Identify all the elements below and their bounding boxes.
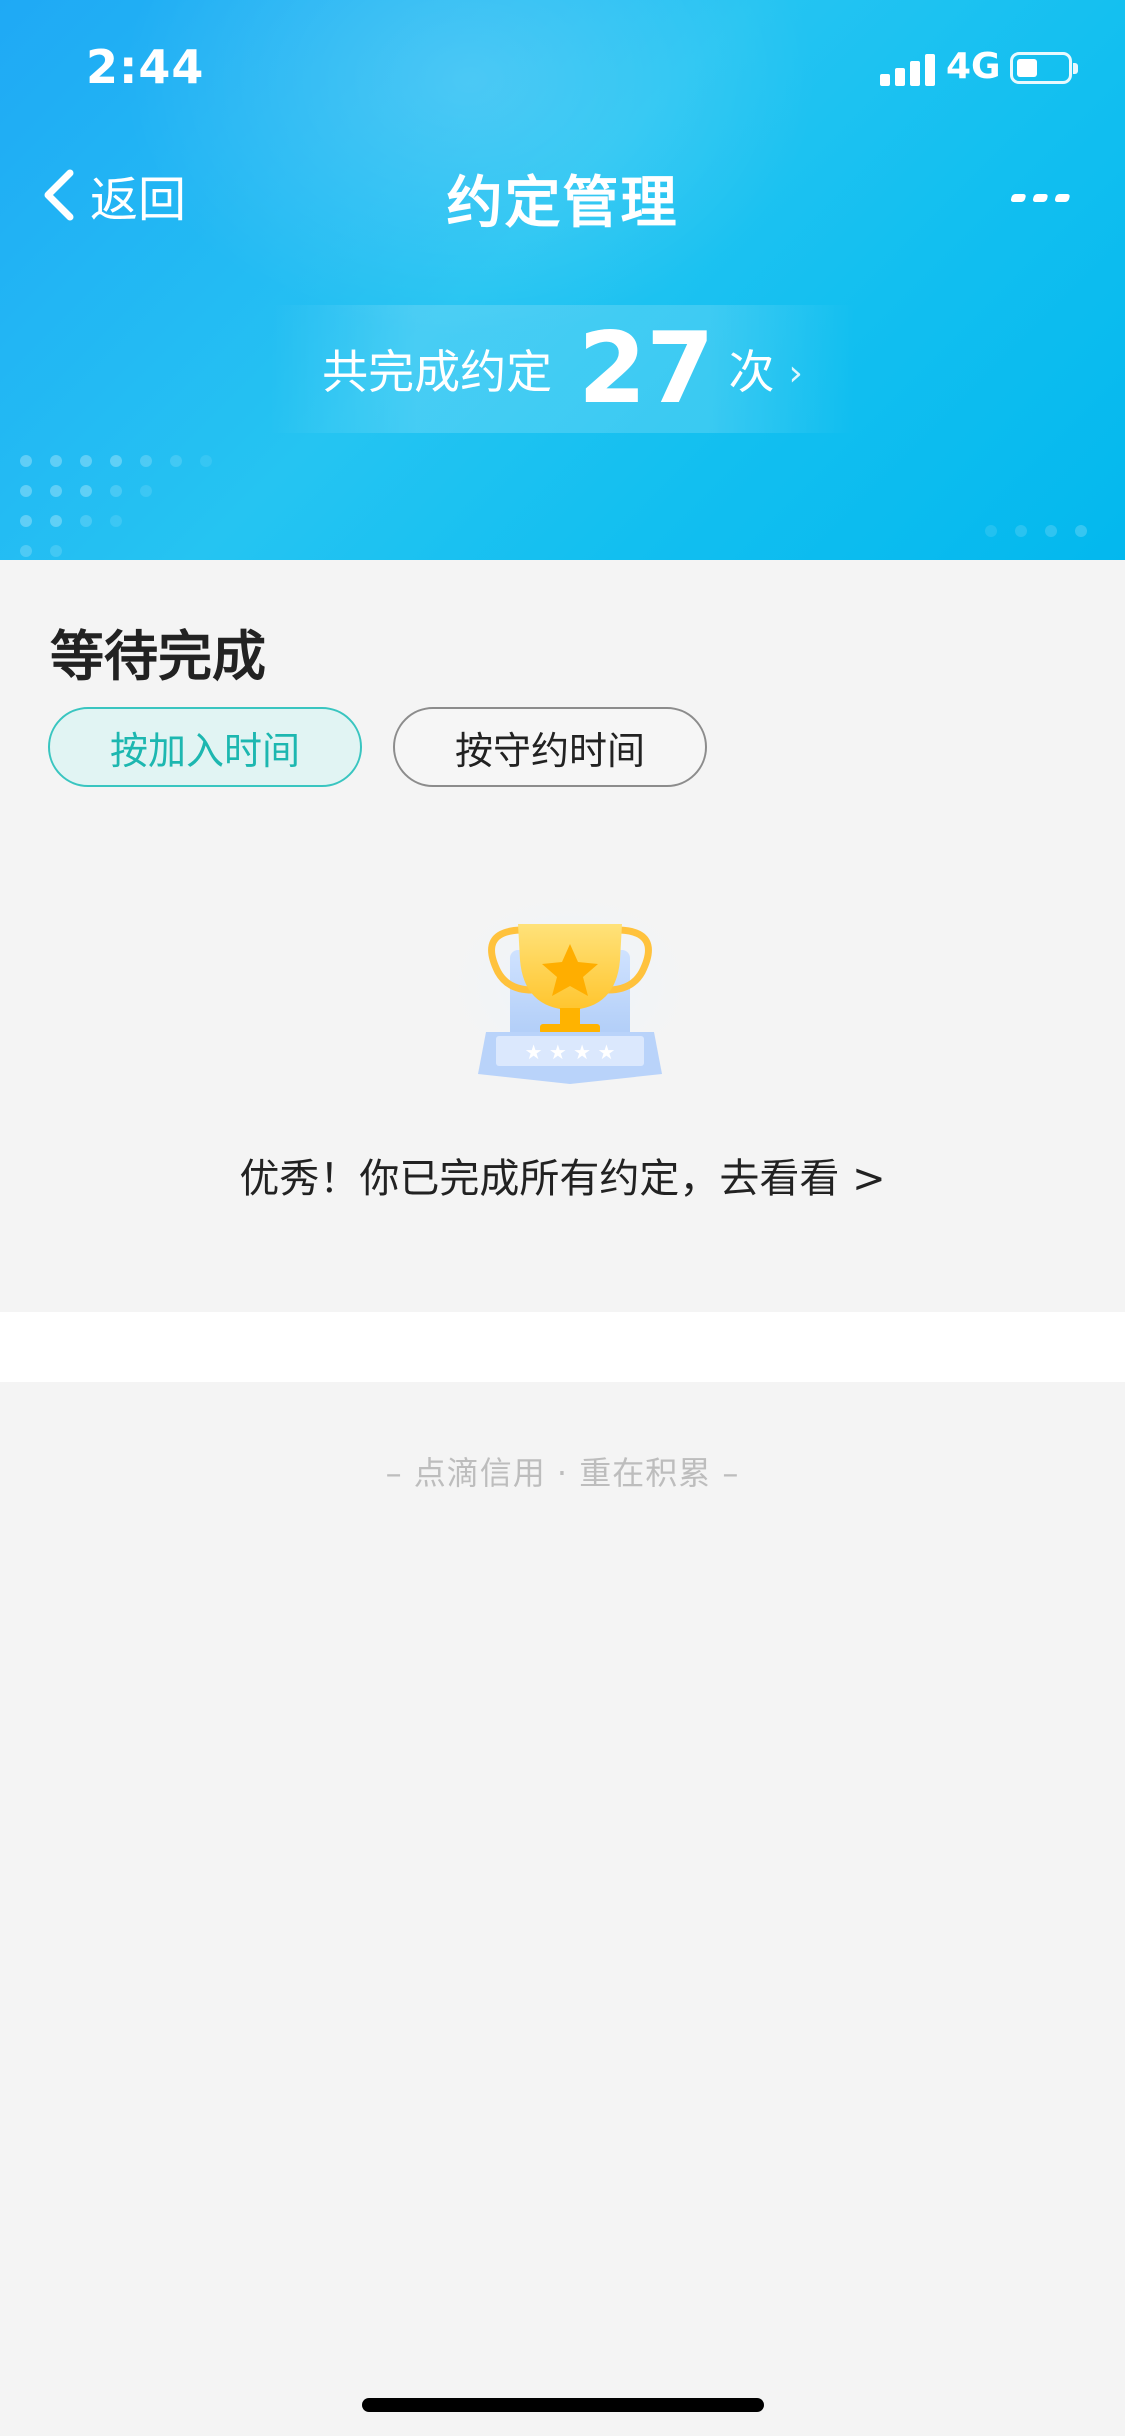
completed-count-banner[interactable]: 共完成约定 27 次 › bbox=[270, 305, 855, 433]
decorative-dots-left bbox=[20, 455, 230, 557]
trophy-icon: ★ ★ ★ ★ bbox=[425, 885, 715, 1105]
page-title: 约定管理 bbox=[446, 171, 679, 236]
header-banner: 2:44 4G 返回 约定管理 共完成约定 27 次 › bbox=[0, 0, 1125, 560]
section-title: 等待完成 bbox=[50, 625, 266, 688]
chevron-right-icon: › bbox=[788, 352, 803, 394]
battery-icon bbox=[1010, 52, 1078, 84]
footer-slogan: – 点滴信用 · 重在积累 – bbox=[385, 1454, 740, 1492]
home-indicator bbox=[362, 2398, 764, 2412]
sort-by-added-time-tab[interactable]: 按加入时间 bbox=[48, 707, 362, 787]
network-type: 4G bbox=[946, 46, 1001, 87]
svg-text:★ ★ ★ ★: ★ ★ ★ ★ bbox=[525, 1040, 616, 1064]
more-menu-button[interactable] bbox=[1010, 188, 1076, 208]
count-prefix: 共完成约定 bbox=[322, 345, 553, 399]
section-divider bbox=[0, 1312, 1125, 1382]
status-time: 2:44 bbox=[86, 40, 205, 94]
completed-count: 27 bbox=[578, 312, 715, 426]
decorative-dots-right bbox=[985, 515, 1115, 555]
count-suffix: 次 bbox=[728, 345, 775, 399]
more-icon bbox=[1010, 194, 1070, 202]
signal-icon bbox=[880, 52, 936, 86]
sort-by-due-time-tab[interactable]: 按守约时间 bbox=[393, 707, 707, 787]
all-completed-link[interactable]: 优秀！你已完成所有约定，去看看 > bbox=[0, 1146, 1125, 1204]
